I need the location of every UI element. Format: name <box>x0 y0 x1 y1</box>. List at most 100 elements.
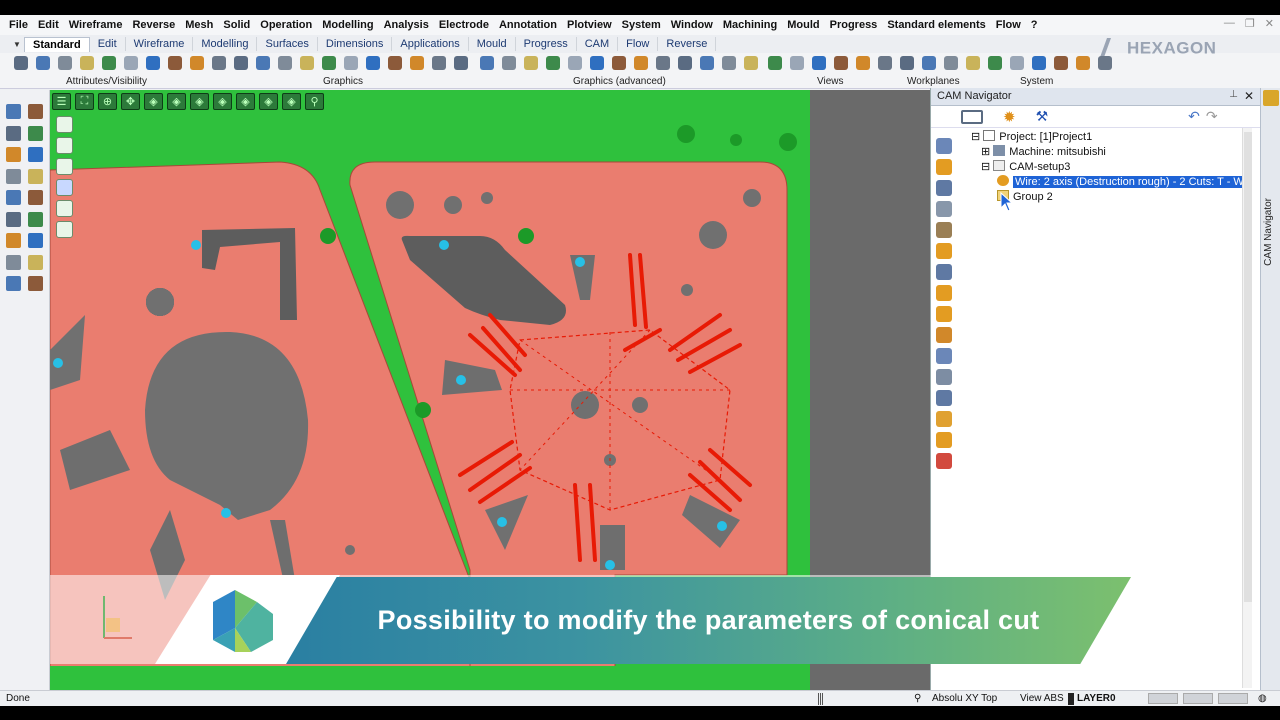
cam-gear-icon[interactable]: ✹ <box>1003 108 1016 126</box>
toolbar-tool-icon[interactable] <box>1032 56 1046 70</box>
cam-navigator-side-tab[interactable]: CAM Navigator <box>1260 88 1280 690</box>
menu-file[interactable]: File <box>4 19 33 31</box>
toolbar-tool-icon[interactable] <box>700 56 714 70</box>
cylinder-view-icon[interactable] <box>56 158 73 175</box>
toolbar-tool-icon[interactable] <box>14 56 28 70</box>
toolbar-tool-icon[interactable] <box>944 56 958 70</box>
tree-setup[interactable]: ⊟ CAM-setup3 <box>981 160 1070 175</box>
toolbar-tool-icon[interactable] <box>834 56 848 70</box>
tab-edit[interactable]: Edit <box>90 37 126 51</box>
expand-icon[interactable]: ⊞ <box>981 146 990 158</box>
side-tool-icon[interactable] <box>28 211 43 227</box>
side-tool-icon[interactable] <box>28 190 43 205</box>
minimize-icon[interactable]: — <box>1224 17 1235 30</box>
toolbar-tool-icon[interactable] <box>790 56 804 70</box>
toolbar-tool-icon[interactable] <box>1010 56 1024 70</box>
toolbar-tool-icon[interactable] <box>502 56 516 70</box>
pen-icon[interactable] <box>936 264 952 280</box>
toolbar-tool-icon[interactable] <box>988 56 1002 70</box>
tool-icon[interactable] <box>936 180 952 196</box>
menu-plotview[interactable]: Plotview <box>562 19 617 31</box>
side-tool-icon[interactable] <box>6 254 21 270</box>
menu-operation[interactable]: Operation <box>255 19 317 31</box>
undo-arrow-icon[interactable]: ↶ <box>1188 108 1200 125</box>
magnifier-icon[interactable] <box>936 138 952 154</box>
menu-help[interactable]: ? <box>1026 19 1043 31</box>
toolbar-tool-icon[interactable] <box>966 56 980 70</box>
machine-icon[interactable] <box>936 348 952 364</box>
toolbar-tool-icon[interactable] <box>234 56 248 70</box>
close-icon[interactable]: ✕ <box>1265 17 1274 30</box>
globe-icon[interactable]: ◍ <box>1258 693 1267 704</box>
menu-mould[interactable]: Mould <box>782 19 824 31</box>
cylinder-view-icon[interactable] <box>56 179 73 196</box>
toolbar-tool-icon[interactable] <box>432 56 446 70</box>
toolbar-tool-icon[interactable] <box>278 56 292 70</box>
toolbar-tool-icon[interactable] <box>634 56 648 70</box>
delete-icon[interactable] <box>936 453 952 469</box>
menu-solid[interactable]: Solid <box>218 19 255 31</box>
side-tool-icon[interactable] <box>6 104 21 119</box>
view-back-icon[interactable]: ◈ <box>190 93 209 110</box>
view-front-icon[interactable]: ◈ <box>167 93 186 110</box>
menu-standard-elements[interactable]: Standard elements <box>882 19 990 31</box>
side-tool-icon[interactable] <box>28 254 43 270</box>
side-tool-icon[interactable] <box>28 104 43 119</box>
side-tool-icon[interactable] <box>6 147 21 162</box>
settings-icon[interactable] <box>936 201 952 217</box>
toolbar-tool-icon[interactable] <box>656 56 670 70</box>
view-top-icon[interactable]: ◈ <box>259 93 278 110</box>
status-view-abs[interactable]: View ABS <box>1020 693 1064 704</box>
tab-progress[interactable]: Progress <box>516 37 577 51</box>
toolbar-tool-icon[interactable] <box>36 56 50 70</box>
transform-icon[interactable] <box>936 411 952 427</box>
gear-icon[interactable] <box>936 243 952 259</box>
status-layer[interactable]: LAYER0 <box>1077 693 1116 704</box>
view-menu-icon[interactable]: ☰ <box>52 93 71 110</box>
cylinder-view-icon[interactable] <box>56 137 73 154</box>
toolbar-tool-icon[interactable] <box>410 56 424 70</box>
toolbar-tool-icon[interactable] <box>812 56 826 70</box>
view-zoom-icon[interactable]: ⊕ <box>98 93 117 110</box>
toolbar-tool-icon[interactable] <box>388 56 402 70</box>
tree-project[interactable]: ⊟ Project: [1]Project1 <box>971 130 1092 145</box>
toolbar-tool-icon[interactable] <box>58 56 72 70</box>
close-panel-icon[interactable]: ✕ <box>1244 89 1254 103</box>
toolbar-tool-icon[interactable] <box>366 56 380 70</box>
toolbar-tool-icon[interactable] <box>190 56 204 70</box>
menu-progress[interactable]: Progress <box>825 19 883 31</box>
view-fit-icon[interactable]: ⛶ <box>75 93 94 110</box>
toolbar-tool-icon[interactable] <box>744 56 758 70</box>
scroll-thumb[interactable] <box>1244 132 1252 602</box>
view-right-icon[interactable]: ◈ <box>236 93 255 110</box>
toolbar-tool-icon[interactable] <box>300 56 314 70</box>
side-tool-icon[interactable] <box>6 211 21 227</box>
tab-standard[interactable]: Standard <box>24 36 90 52</box>
tab-dropdown-icon[interactable]: ▼ <box>10 40 24 49</box>
gear-icon[interactable] <box>936 432 952 448</box>
side-tool-icon[interactable] <box>28 168 43 184</box>
toolbar-tool-icon[interactable] <box>102 56 116 70</box>
tab-wireframe[interactable]: Wireframe <box>126 37 194 51</box>
cam-scrollbar[interactable] <box>1242 128 1252 688</box>
toolbar-tool-icon[interactable] <box>524 56 538 70</box>
toolbar-tool-icon[interactable] <box>1076 56 1090 70</box>
toolbar-tool-icon[interactable] <box>568 56 582 70</box>
tab-modelling[interactable]: Modelling <box>193 37 258 51</box>
side-tool-icon[interactable] <box>6 125 21 141</box>
side-tool-icon[interactable] <box>6 276 21 291</box>
pin-icon[interactable]: ⊥ <box>1229 89 1238 100</box>
flask-icon[interactable] <box>936 327 952 343</box>
menu-wireframe[interactable]: Wireframe <box>64 19 128 31</box>
collapse-icon[interactable]: ⊟ <box>971 131 980 143</box>
collapse-icon[interactable]: ⊟ <box>981 161 990 173</box>
menu-reverse[interactable]: Reverse <box>127 19 180 31</box>
toolbar-tool-icon[interactable] <box>612 56 626 70</box>
tree-machine[interactable]: ⊞ Machine: mitsubishi <box>981 145 1106 160</box>
tab-reverse[interactable]: Reverse <box>658 37 717 51</box>
side-tool-icon[interactable] <box>28 125 43 141</box>
toolbar-tool-icon[interactable] <box>678 56 692 70</box>
redo-arrow-icon[interactable]: ↷ <box>1206 108 1218 125</box>
tab-surfaces[interactable]: Surfaces <box>257 37 318 51</box>
view-rotate-icon[interactable]: ✥ <box>121 93 140 110</box>
